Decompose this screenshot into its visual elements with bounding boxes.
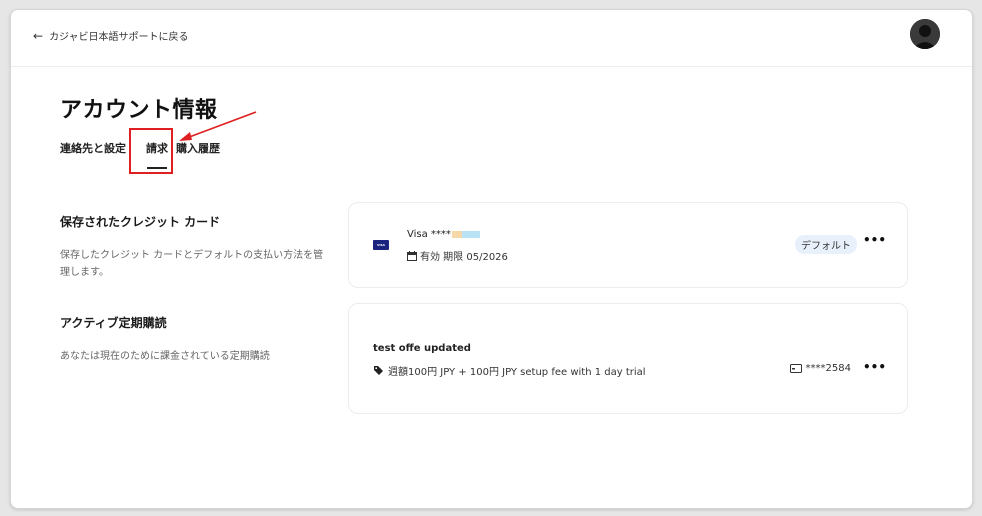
saved-cards-title: 保存されたクレジット カード	[60, 215, 221, 229]
card-number: Visa ****	[407, 229, 480, 240]
subscription-card-number: ****2584	[805, 363, 851, 374]
calendar-icon	[407, 250, 417, 261]
subscription-payment-card: ****2584	[789, 363, 851, 374]
back-arrow-icon: ←	[33, 28, 44, 43]
annotation-arrow-icon	[179, 111, 257, 141]
card-label: Visa ****	[407, 229, 451, 240]
subscription-item: test offe updated 週額100円 JPY + 100円 JPY …	[348, 303, 908, 414]
user-avatar-icon	[910, 19, 940, 49]
avatar[interactable]	[910, 19, 940, 49]
credit-card-item: VISA Visa **** 有効 期限 05/2026 デフォルト •••	[348, 202, 908, 288]
tab-contact-settings[interactable]: 連絡先と設定	[60, 140, 126, 156]
redacted-digits	[451, 231, 480, 238]
card-expiry: 有効 期限 05/2026	[407, 248, 508, 263]
subscription-name: test offe updated	[373, 343, 471, 354]
default-badge: デフォルト	[795, 235, 857, 254]
annotation-highlight-box	[129, 128, 173, 174]
top-bar: ← カジャビ日本語サポートに戻る	[11, 10, 972, 67]
price-tag-icon	[374, 366, 383, 375]
credit-card-icon	[789, 364, 802, 373]
account-window: ← カジャビ日本語サポートに戻る アカウント情報 連絡先と設定 請求 購入履歴 …	[10, 9, 973, 509]
subscription-more-options-button[interactable]: •••	[863, 360, 886, 374]
back-to-support-link[interactable]: ← カジャビ日本語サポートに戻る	[33, 28, 189, 44]
subscriptions-description: あなたは現在のために課金されている定期購読	[60, 351, 270, 362]
back-link-label: カジャビ日本語サポートに戻る	[49, 32, 189, 43]
subscription-price-text: 週額100円 JPY + 100円 JPY setup fee with 1 d…	[388, 367, 646, 378]
card-more-options-button[interactable]: •••	[863, 233, 886, 247]
saved-cards-description: 保存したクレジット カードとデフォルトの支払い方法を管理します。	[60, 250, 324, 278]
card-expiry-text: 有効 期限 05/2026	[420, 252, 508, 263]
visa-card-icon: VISA	[373, 240, 389, 250]
subscriptions-title: アクティブ定期購読	[60, 316, 167, 330]
subscription-price: 週額100円 JPY + 100円 JPY setup fee with 1 d…	[373, 363, 646, 378]
